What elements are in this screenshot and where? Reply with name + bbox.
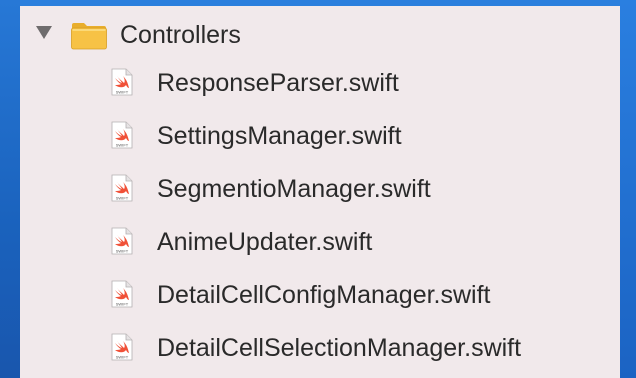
swift-icon-caption: SWIFT [116,355,129,360]
file-list: SWIFT ResponseParser.swift SWIFT Setting… [20,59,620,377]
folder-label: Controllers [120,21,241,49]
desktop-background-right [620,0,636,378]
file-item[interactable]: SWIFT DetailCellConfigManager.swift [20,271,620,324]
file-item[interactable]: SWIFT ResponseParser.swift [20,59,620,112]
swift-icon-caption: SWIFT [116,90,129,95]
file-item[interactable]: SWIFT SettingsManager.swift [20,112,620,165]
swift-icon-caption: SWIFT [116,143,129,148]
disclosure-triangle-icon[interactable] [36,26,52,39]
swift-icon-caption: SWIFT [116,302,129,307]
swift-icon-caption: SWIFT [116,249,129,254]
swift-file-icon: SWIFT [111,280,133,308]
file-label: SettingsManager.swift [157,122,402,150]
folder-row-controllers[interactable]: Controllers [20,12,620,52]
file-item[interactable]: SWIFT DetailCellSelectionManager.swift [20,324,620,377]
file-label: ResponseParser.swift [157,69,399,97]
file-item[interactable]: SWIFT SegmentioManager.swift [20,165,620,218]
file-label: DetailCellSelectionManager.swift [157,334,522,362]
project-navigator-panel: Controllers SWIFT ResponseParser.swift S… [20,6,620,378]
folder-icon [71,23,107,50]
file-label: SegmentioManager.swift [157,175,431,203]
swift-file-icon: SWIFT [111,227,133,255]
file-label: DetailCellConfigManager.swift [157,281,491,309]
swift-file-icon: SWIFT [111,333,133,361]
desktop-background-left [0,0,20,378]
file-item[interactable]: SWIFT AnimeUpdater.swift [20,218,620,271]
swift-icon-caption: SWIFT [116,196,129,201]
swift-file-icon: SWIFT [111,68,133,96]
swift-file-icon: SWIFT [111,121,133,149]
swift-file-icon: SWIFT [111,174,133,202]
file-label: AnimeUpdater.swift [157,228,373,256]
